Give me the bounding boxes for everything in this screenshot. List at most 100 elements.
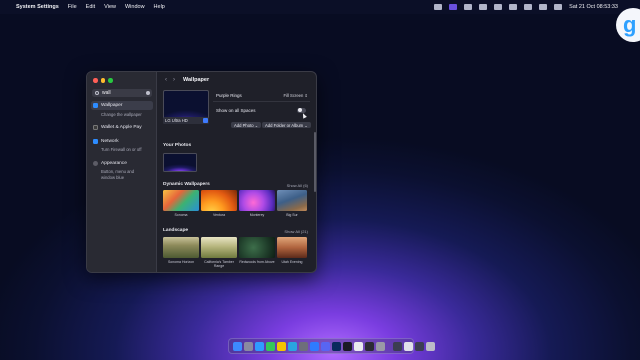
wallpaper-name: Purple Rings [216, 93, 242, 98]
settings-app-icon[interactable] [376, 341, 385, 351]
forward-arrow-icon[interactable]: › [173, 77, 175, 83]
show-all-spaces-row: Show on all Spaces [213, 104, 310, 119]
cloud-icon[interactable] [464, 4, 473, 10]
telegram-app-icon[interactable] [288, 341, 297, 351]
sidebar-item-wallet[interactable]: Wallet & Apple Pay [91, 123, 153, 132]
landscape-title: Landscape [163, 228, 189, 233]
finalcut-app-icon[interactable] [299, 341, 308, 351]
sidebar-item-sub[interactable]: Change the wallpaper [91, 112, 142, 118]
back-arrow-icon[interactable]: ‹ [165, 77, 167, 83]
minimize-button[interactable] [100, 78, 105, 83]
wallpaper-thumb-sonoma-horizon[interactable] [163, 237, 199, 258]
screen-mirroring-icon[interactable] [449, 4, 458, 10]
messages-app-icon[interactable] [266, 341, 275, 351]
clear-search-icon[interactable] [146, 91, 150, 95]
clock[interactable]: Sat 21 Oct 08:53:33 [569, 4, 618, 10]
menu-bar: System Settings File Edit View Window He… [0, 0, 640, 14]
landscape-show-all-button[interactable]: Show All (21) [284, 229, 308, 234]
safari-app-icon[interactable] [255, 341, 264, 351]
terminal-app-icon[interactable] [365, 341, 374, 351]
app-11-icon[interactable] [343, 341, 352, 351]
window-controls [93, 78, 113, 83]
add-photo-button[interactable]: Add Photo ⌄ [231, 122, 262, 128]
wallpaper-thumb-monterey[interactable] [239, 190, 275, 211]
wallpaper-thumb-sonoma[interactable] [163, 190, 199, 211]
sidebar-item-label: Wallet & Apple Pay [101, 125, 142, 130]
status-icon[interactable] [434, 4, 443, 10]
add-folder-button[interactable]: Add Folder or Album ⌄ [262, 122, 311, 128]
wallpaper-name-row: Purple Rings Fill Screen ⇕ [213, 90, 310, 102]
menu-help[interactable]: Help [154, 4, 165, 10]
wallpaper-thumb-redwoods[interactable] [239, 237, 275, 258]
menu-edit[interactable]: Edit [86, 4, 95, 10]
sidebar-item-sub[interactable]: Button, menu and window blue [91, 169, 135, 180]
menu-view[interactable]: View [104, 4, 116, 10]
scrollbar[interactable] [314, 132, 316, 192]
wallpaper-label: California's Tamber Range [204, 260, 234, 269]
display-icon[interactable] [494, 4, 503, 10]
network-icon [93, 139, 98, 144]
page-title: Wallpaper [183, 77, 210, 83]
your-photos-title: Your Photos [163, 143, 192, 148]
wallpaper-label: Sonoma Horizon [167, 260, 195, 264]
minimized-window-3-icon[interactable] [415, 341, 424, 351]
trash-app-icon[interactable] [426, 341, 435, 351]
show-all-spaces-label: Show on all Spaces [216, 107, 256, 113]
sidebar-item-sub[interactable]: Turn Firewall on or off [91, 147, 155, 153]
launchpad-app-icon[interactable] [244, 341, 253, 351]
chevron-updown-icon [203, 118, 208, 123]
notes-app-icon[interactable] [277, 341, 286, 351]
pointer-cursor-icon [301, 112, 307, 119]
wallpaper-label: Monterey [249, 213, 265, 217]
sidebar: wall Wallpaper Change the wallpaper Wall… [87, 72, 157, 272]
add-folder-label: Add Folder or Album [265, 122, 304, 128]
wallpaper-icon [93, 103, 98, 108]
wallpaper-thumb-big-sur[interactable] [277, 190, 307, 211]
photoshop-app-icon[interactable] [332, 341, 341, 351]
wallpaper-label: Utah Evening [281, 260, 303, 264]
chrome-app-icon[interactable] [354, 341, 363, 351]
wallpaper-thumb-ventura[interactable] [201, 190, 237, 211]
wifi-icon[interactable] [524, 4, 533, 10]
wallpaper-thumb-tamber-range[interactable] [201, 237, 237, 258]
fill-mode-label: Fill Screen [283, 93, 304, 98]
system-settings-window: wall Wallpaper Change the wallpaper Wall… [86, 71, 317, 273]
sidebar-item-wallpaper[interactable]: Wallpaper [91, 101, 153, 110]
wallpaper-options: Purple Rings Fill Screen ⇕ Show on all S… [213, 90, 310, 120]
status-icon-2[interactable] [479, 4, 488, 10]
minimized-window-1-icon[interactable] [393, 341, 402, 351]
mail-app-icon[interactable] [310, 341, 319, 351]
minimized-window-2-icon[interactable] [404, 341, 413, 351]
wallpaper-thumb-utah-evening[interactable] [277, 237, 307, 258]
menubar-status-area: Sat 21 Oct 08:53:33 [434, 0, 618, 14]
photo-thumbnail[interactable] [163, 153, 197, 172]
app-menu[interactable]: System Settings [16, 4, 59, 10]
control-center-icon[interactable] [554, 4, 563, 10]
sidebar-item-label: Wallpaper [101, 103, 123, 108]
finder-app-icon[interactable] [233, 341, 242, 351]
wallpaper-label: Big Sur [286, 213, 298, 217]
add-photo-label: Add Photo [234, 122, 254, 128]
menu-file[interactable]: File [68, 4, 77, 10]
dynamic-show-all-button[interactable]: Show All (6) [287, 183, 308, 188]
fill-mode-select[interactable]: Fill Screen ⇕ [284, 93, 308, 98]
volume-icon[interactable] [509, 4, 518, 10]
zoom-button[interactable] [108, 78, 113, 83]
dock [228, 338, 435, 354]
discord-app-icon[interactable] [321, 341, 330, 351]
search-field[interactable]: wall [92, 89, 152, 97]
corner-logo-icon: g [616, 8, 640, 42]
dynamic-wallpapers-title: Dynamic Wallpapers [163, 182, 210, 187]
close-button[interactable] [93, 78, 98, 83]
menu-window[interactable]: Window [125, 4, 145, 10]
display-select-label: LG Ultra HD [165, 118, 188, 123]
appearance-icon [93, 161, 98, 166]
search-input-value[interactable]: wall [102, 90, 111, 96]
content-pane: ‹ › Wallpaper LG Ultra HD Purple Rings F… [157, 72, 316, 272]
sidebar-item-network[interactable]: Network [91, 137, 153, 146]
titlebar: ‹ › Wallpaper [157, 72, 316, 88]
sidebar-item-appearance[interactable]: Appearance [91, 159, 153, 168]
search-icon[interactable] [539, 4, 548, 10]
search-icon [95, 91, 99, 95]
display-select[interactable]: LG Ultra HD [163, 117, 209, 124]
